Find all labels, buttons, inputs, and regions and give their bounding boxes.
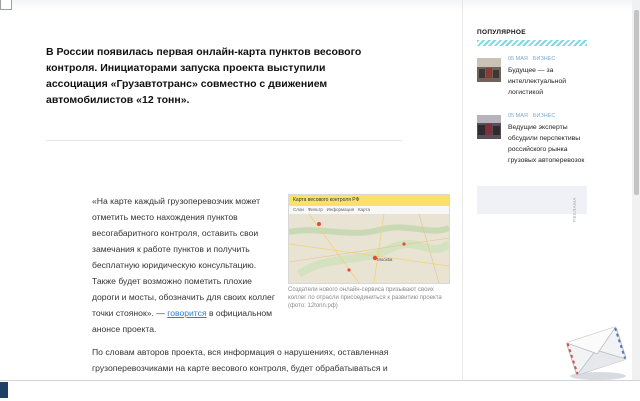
envelope-icon[interactable]: [560, 318, 632, 382]
popular-item-date: 05 МАЯ: [508, 56, 528, 62]
article-lead: В России появилась первая онлайн-карта п…: [46, 46, 362, 106]
map-toolbar-item: Фильтр: [307, 207, 323, 212]
map-city-label: Москва: [377, 257, 393, 262]
popular-heading: ПОПУЛЯРНОЕ: [477, 29, 526, 36]
popular-item-meta: 05 МАЯ БИЗНЕС: [508, 113, 560, 119]
quote-text: «На карте каждый грузоперевозчик может о…: [92, 196, 275, 318]
map-toolbar-item: Информация: [326, 207, 355, 212]
top-fade: [0, 0, 640, 10]
map-canvas: [289, 214, 449, 283]
lead-divider: [46, 140, 402, 141]
map-header: Карта весового контроля РФ: [289, 195, 449, 206]
popular-accent-strip: [477, 40, 587, 46]
map-toolbar: Слои Фильтр Информация Карта: [289, 206, 449, 214]
popular-item-category[interactable]: БИЗНЕС: [533, 56, 556, 62]
map-figure[interactable]: Карта весового контроля РФ Слои Фильтр И…: [288, 194, 450, 284]
ad-label: РЕКЛАМА: [572, 197, 577, 222]
quote-link[interactable]: говорится: [167, 308, 206, 318]
map-toolbar-item: Карта: [357, 207, 370, 212]
popular-item-thumbnail: [477, 115, 501, 139]
left-edge-controls: [0, 0, 12, 400]
popular-item[interactable]: 05 МАЯ БИЗНЕС Будущее — за интеллектуальн…: [477, 56, 589, 104]
left-edge-box-top[interactable]: [0, 0, 12, 10]
sidebar-divider: [462, 0, 463, 380]
bottom-left-badge[interactable]: [0, 382, 8, 398]
popular-item-title[interactable]: Будущее — за интеллектуальной логистикой: [508, 65, 590, 98]
bottom-bar: [0, 380, 640, 401]
popular-item-category[interactable]: БИЗНЕС: [533, 113, 556, 119]
popular-item[interactable]: 05 МАЯ БИЗНЕС Ведущие эксперты обсудили п…: [477, 113, 589, 164]
popular-item-thumbnail: [477, 58, 501, 82]
ad-banner[interactable]: [477, 186, 587, 214]
popular-item-meta: 05 МАЯ БИЗНЕС: [508, 56, 560, 62]
figure-caption: Создатели нового онлайн-сервиса призываю…: [288, 287, 442, 309]
popular-item-date: 05 МАЯ: [508, 113, 528, 119]
article-quote: «На карте каждый грузоперевозчик может о…: [92, 193, 278, 337]
map-toolbar-item: Слои: [293, 207, 304, 212]
scrollbar-thumb[interactable]: [634, 10, 639, 195]
popular-item-title[interactable]: Ведущие эксперты обсудили перспективы ро…: [508, 122, 590, 166]
